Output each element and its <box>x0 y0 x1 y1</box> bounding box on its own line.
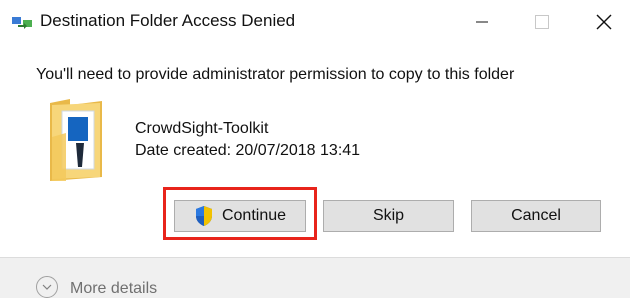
window-title: Destination Folder Access Denied <box>40 11 296 30</box>
minimize-button[interactable] <box>464 6 500 38</box>
skip-button[interactable]: Skip <box>323 200 454 232</box>
uac-shield-icon <box>195 206 212 226</box>
close-icon <box>596 14 612 30</box>
cancel-button[interactable]: Cancel <box>471 200 601 232</box>
permission-message: You'll need to provide administrator per… <box>36 66 515 83</box>
copy-app-icon <box>12 15 32 29</box>
item-date-created: Date created: 20/07/2018 13:41 <box>135 142 361 159</box>
item-name: CrowdSight-Toolkit <box>135 120 269 137</box>
continue-button[interactable]: Continue <box>174 200 306 232</box>
expand-details-button[interactable] <box>36 276 58 298</box>
close-button[interactable] <box>586 6 622 38</box>
chevron-down-icon <box>42 284 52 290</box>
continue-label: Continue <box>221 207 287 224</box>
folder-icon <box>48 97 104 183</box>
maximize-button[interactable] <box>524 6 560 38</box>
title-bar: Destination Folder Access Denied <box>0 0 630 44</box>
more-details-link[interactable]: More details <box>70 280 157 298</box>
maximize-icon <box>535 15 549 29</box>
minimize-icon <box>476 21 488 23</box>
